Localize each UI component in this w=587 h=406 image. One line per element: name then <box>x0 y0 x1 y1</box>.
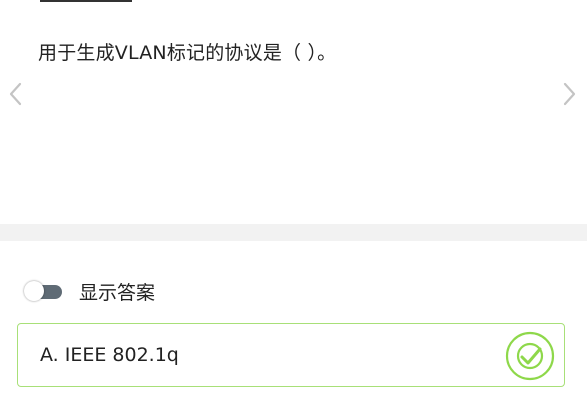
header-underline <box>40 0 132 2</box>
question-text: 用于生成VLAN标记的协议是（ ）。 <box>38 42 337 64</box>
check-circle-icon <box>505 331 555 381</box>
option-a[interactable]: A. IEEE 802.1q <box>17 323 565 387</box>
chevron-left-icon <box>9 82 22 106</box>
chevron-right-icon <box>563 82 576 106</box>
next-question-button[interactable] <box>559 80 579 108</box>
show-answer-row: 显示答案 <box>24 276 155 306</box>
question-page: 用于生成VLAN标记的协议是（ ）。 显示答案 A. IEEE 802.1q <box>0 0 587 406</box>
toggle-thumb <box>24 281 44 301</box>
section-divider <box>0 224 587 241</box>
show-answer-label: 显示答案 <box>79 281 156 304</box>
prev-question-button[interactable] <box>6 80 26 108</box>
show-answer-toggle[interactable] <box>24 281 62 301</box>
option-label: A. IEEE 802.1q <box>40 344 179 366</box>
